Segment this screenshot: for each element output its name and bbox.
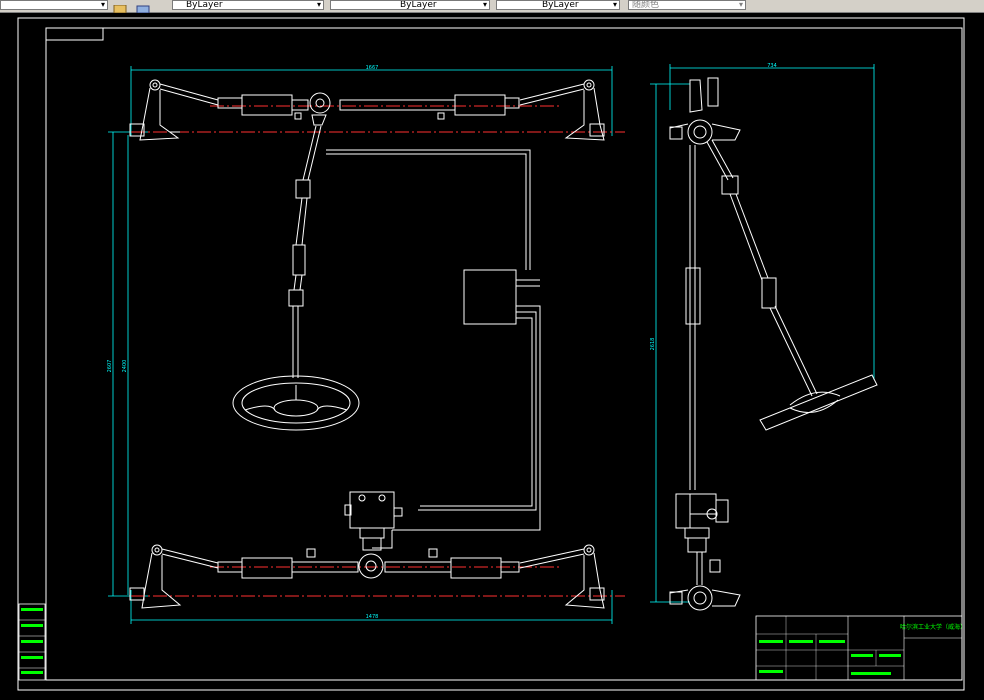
left-height-dimension-outer: 2607 xyxy=(107,360,113,373)
vertical-scrollbar[interactable] xyxy=(974,13,984,700)
color-control[interactable]: ByLayer ▾ xyxy=(172,0,324,10)
drawing-canvas[interactable]: 1667 1478 2607 2400 734 2618 哈尔滨工业大学（威海） xyxy=(0,13,984,700)
front-steering-column xyxy=(232,114,360,431)
front-centerlines xyxy=(131,105,625,597)
lineweight-control-value: ByLayer xyxy=(542,0,579,10)
chevron-down-icon: ▾ xyxy=(316,0,321,9)
front-axle-bottom xyxy=(129,544,605,609)
bottom-width-dimension: 1478 xyxy=(366,614,379,620)
left-height-dimension-inner: 2400 xyxy=(122,360,128,373)
properties-toolbar: ▾ ByLayer ▾ ByLayer ▾ ByLayer ▾ 随颜色 ▾ xyxy=(0,0,984,14)
front-axle-top xyxy=(129,79,605,141)
layer-state-icon[interactable] xyxy=(113,0,127,14)
linetype-control-value: ByLayer xyxy=(400,0,437,10)
side-width-dimension: 734 xyxy=(767,63,777,69)
cad-drawing: 1667 1478 2607 2400 734 2618 哈尔滨工业大学（威海） xyxy=(17,17,966,691)
inner-frame xyxy=(45,27,963,681)
title-block: 哈尔滨工业大学（威海） xyxy=(755,615,966,681)
wiring-harness xyxy=(326,149,541,549)
title-block-school: 哈尔滨工业大学（威海） xyxy=(900,623,966,631)
layer-stack-icon[interactable] xyxy=(136,0,150,14)
side-dimensions xyxy=(650,64,875,603)
chevron-down-icon: ▾ xyxy=(482,0,487,9)
color-control-value: ByLayer xyxy=(186,0,223,10)
plot-style-control[interactable]: 随颜色 ▾ xyxy=(628,0,746,10)
chevron-down-icon: ▾ xyxy=(100,0,105,9)
top-width-dimension: 1667 xyxy=(366,65,379,71)
chevron-down-icon: ▾ xyxy=(738,0,743,9)
linetype-control[interactable]: ByLayer ▾ xyxy=(330,0,490,10)
plot-style-control-value: 随颜色 xyxy=(632,0,660,10)
code-box xyxy=(45,27,104,41)
lineweight-control[interactable]: ByLayer ▾ xyxy=(496,0,620,10)
layer-dropdown[interactable]: ▾ xyxy=(0,0,108,10)
left-legend-strip xyxy=(18,603,46,681)
side-view-assembly xyxy=(669,77,878,611)
side-height-dimension: 2618 xyxy=(650,338,656,351)
motor-unit xyxy=(344,491,403,551)
chevron-down-icon: ▾ xyxy=(612,0,617,9)
